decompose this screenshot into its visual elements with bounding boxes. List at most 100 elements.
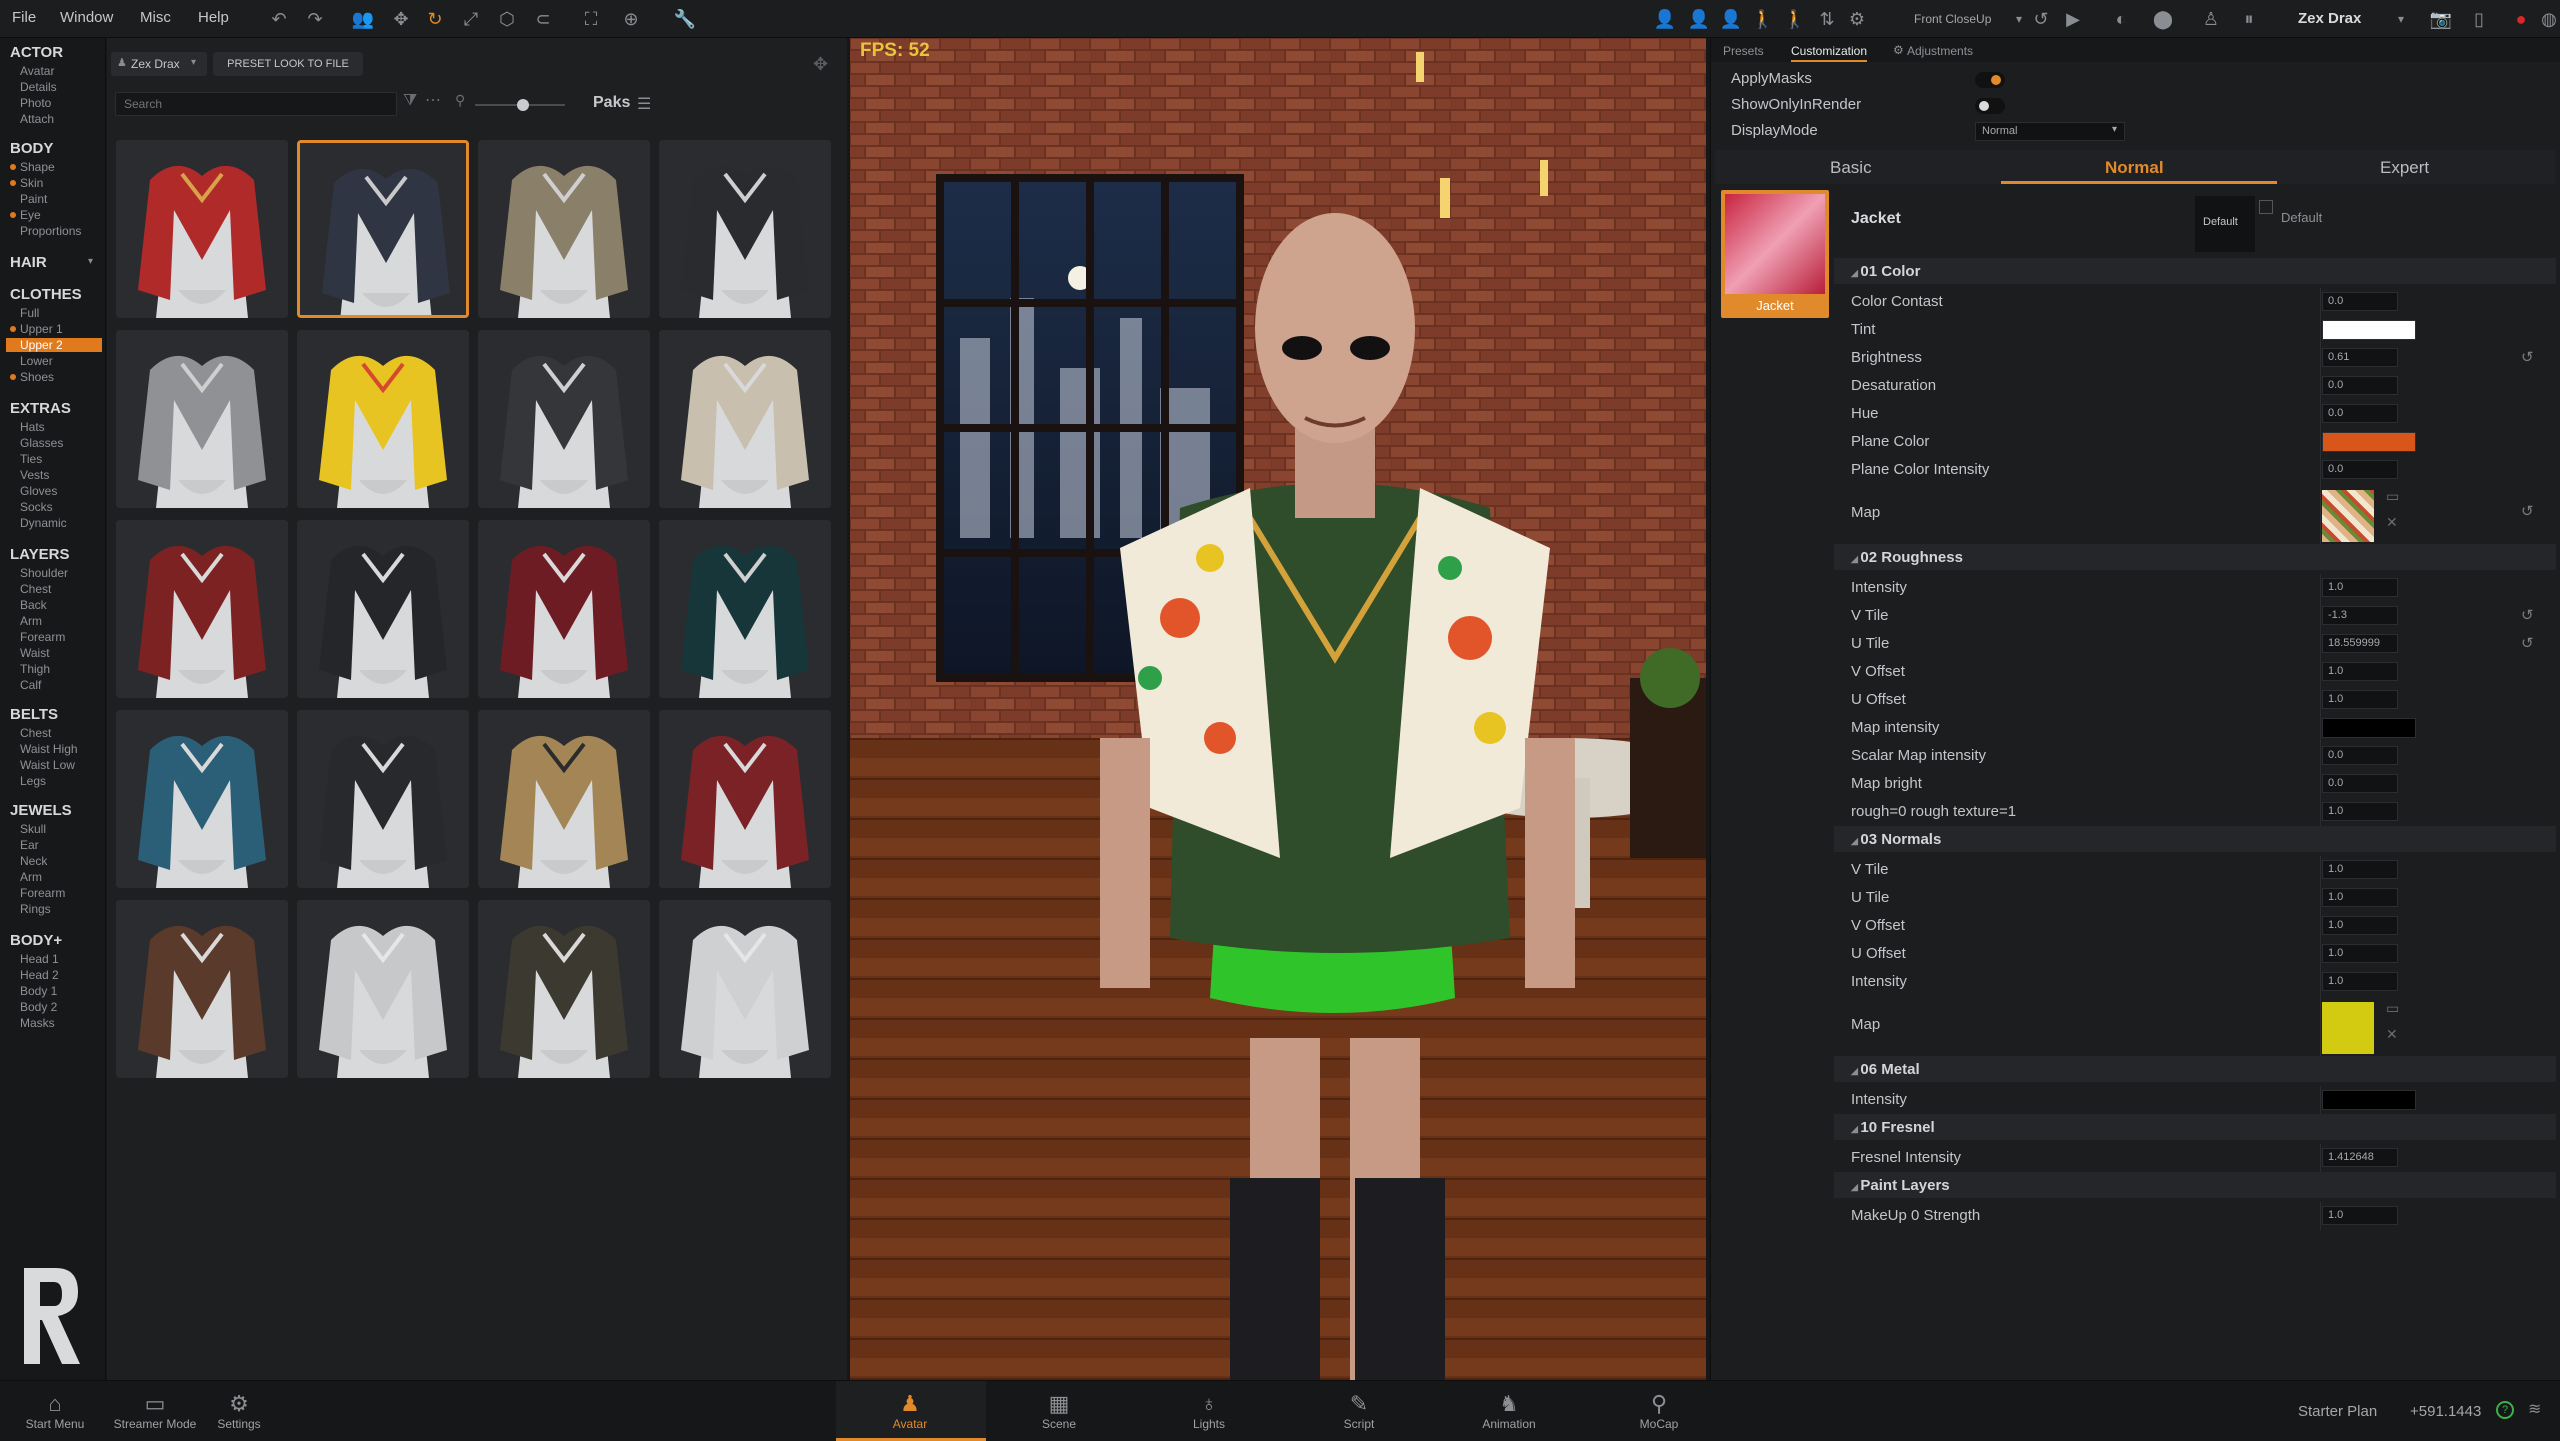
box-icon[interactable]: ⬡ bbox=[494, 6, 520, 32]
folder-icon[interactable]: ▭ bbox=[2386, 1000, 2399, 1017]
nav-hair[interactable]: HAIR bbox=[10, 254, 47, 271]
pose-icon-7[interactable]: ⇅ bbox=[1814, 6, 1840, 32]
menu-file[interactable]: File bbox=[12, 9, 36, 26]
thumb-size-slider[interactable] bbox=[475, 99, 565, 111]
nav-masks[interactable]: Masks bbox=[20, 1016, 55, 1030]
nav-avatar[interactable]: Avatar bbox=[20, 64, 54, 78]
move-icon[interactable]: ✥ bbox=[388, 6, 414, 32]
undo-icon[interactable]: ↶ bbox=[266, 6, 292, 32]
clothing-thumb[interactable] bbox=[116, 900, 288, 1078]
tab-presets[interactable]: Presets bbox=[1723, 44, 1764, 58]
nav-jewel-arm[interactable]: Arm bbox=[20, 870, 42, 884]
nav-extras[interactable]: EXTRAS bbox=[10, 400, 71, 417]
reset-camera-icon[interactable]: ↺ bbox=[2028, 6, 2054, 32]
nav-vests[interactable]: Vests bbox=[20, 468, 49, 482]
clothing-thumb[interactable] bbox=[659, 140, 831, 318]
link-icon[interactable]: ⊂ bbox=[530, 6, 556, 32]
section-header[interactable]: 06 Metal bbox=[1834, 1056, 2556, 1082]
more-icon[interactable]: ⋯ bbox=[425, 90, 441, 110]
color-swatch[interactable] bbox=[2322, 1090, 2416, 1110]
tab-basic[interactable]: Basic bbox=[1830, 158, 1872, 178]
nav-belt-chest[interactable]: Chest bbox=[20, 726, 51, 740]
nav-ties[interactable]: Ties bbox=[20, 452, 42, 466]
tab-animation[interactable]: ♞ Animation bbox=[1454, 1391, 1564, 1431]
nav-socks[interactable]: Socks bbox=[20, 500, 53, 514]
nav-body-2[interactable]: Body 2 bbox=[20, 1000, 57, 1014]
menu-window[interactable]: Window bbox=[60, 9, 113, 26]
paks-label[interactable]: Paks bbox=[593, 94, 630, 112]
property-value-field[interactable]: 0.0 bbox=[2322, 292, 2398, 311]
camera-icon[interactable]: 📷 bbox=[2428, 6, 2454, 32]
slider-handle[interactable] bbox=[517, 99, 529, 111]
scale-icon[interactable]: ⤢ bbox=[458, 6, 484, 32]
reset-icon[interactable]: ↺ bbox=[2521, 634, 2534, 652]
nav-paint[interactable]: Paint bbox=[20, 192, 47, 206]
clothing-thumb[interactable] bbox=[659, 900, 831, 1078]
nav-glasses[interactable]: Glasses bbox=[20, 436, 63, 450]
nav-proportions[interactable]: Proportions bbox=[20, 224, 81, 238]
apply-masks-toggle[interactable] bbox=[1975, 72, 2005, 88]
actor-chip[interactable]: ♟ Zex Drax ▾ bbox=[111, 52, 207, 76]
color-swatch[interactable] bbox=[2322, 320, 2416, 340]
tab-scene[interactable]: ▦ Scene bbox=[1004, 1391, 1114, 1431]
property-value-field[interactable]: 1.0 bbox=[2322, 802, 2398, 821]
folder-icon[interactable]: ▭ bbox=[2386, 488, 2399, 505]
nav-details[interactable]: Details bbox=[20, 80, 57, 94]
material-thumb[interactable]: Jacket bbox=[1721, 190, 1829, 318]
redo-icon[interactable]: ↷ bbox=[302, 6, 328, 32]
nav-lower[interactable]: Lower bbox=[20, 354, 53, 368]
property-value-field[interactable]: 1.412648 bbox=[2322, 1148, 2398, 1167]
nav-legs[interactable]: Legs bbox=[20, 774, 46, 788]
clothing-thumb[interactable] bbox=[297, 710, 469, 888]
map-texture-thumb[interactable] bbox=[2322, 490, 2374, 542]
menu-misc[interactable]: Misc bbox=[140, 9, 171, 26]
start-menu-button[interactable]: ⌂ Start Menu bbox=[0, 1391, 110, 1431]
property-value-field[interactable]: 0.0 bbox=[2322, 746, 2398, 765]
clothing-thumb[interactable] bbox=[478, 140, 650, 318]
property-value-field[interactable]: 1.0 bbox=[2322, 888, 2398, 907]
profile-chevron-icon[interactable]: ▾ bbox=[2388, 6, 2414, 32]
clothing-thumb[interactable] bbox=[297, 140, 469, 318]
rotate-icon[interactable]: ↻ bbox=[422, 6, 448, 32]
color-swatch[interactable] bbox=[2322, 718, 2416, 738]
reset-icon[interactable]: ↺ bbox=[2521, 606, 2534, 624]
pose-icon-2[interactable]: 👤 bbox=[1686, 6, 1712, 32]
property-value-field[interactable]: 1.0 bbox=[2322, 690, 2398, 709]
nav-head-1[interactable]: Head 1 bbox=[20, 952, 59, 966]
target-icon[interactable]: ⊕ bbox=[618, 6, 644, 32]
tab-customization[interactable]: Customization bbox=[1791, 44, 1868, 62]
property-value-field[interactable]: 0.0 bbox=[2322, 460, 2398, 479]
nav-gloves[interactable]: Gloves bbox=[20, 484, 57, 498]
people-icon[interactable]: 👥 bbox=[350, 6, 376, 32]
location-icon[interactable]: ⬤ bbox=[2150, 6, 2176, 32]
clothing-thumb[interactable] bbox=[659, 520, 831, 698]
hair-chevron-icon[interactable]: ▾ bbox=[88, 256, 93, 267]
clothing-thumb[interactable] bbox=[297, 900, 469, 1078]
nav-body-plus[interactable]: BODY+ bbox=[10, 932, 62, 949]
clothing-thumb[interactable] bbox=[478, 900, 650, 1078]
clothing-thumb[interactable] bbox=[116, 710, 288, 888]
search-input[interactable] bbox=[115, 92, 397, 116]
nav-ear[interactable]: Ear bbox=[20, 838, 39, 852]
nav-thigh[interactable]: Thigh bbox=[20, 662, 50, 676]
nav-eye[interactable]: Eye bbox=[10, 208, 41, 222]
pin-icon[interactable]: ✥ bbox=[813, 54, 828, 75]
section-header[interactable]: 02 Roughness bbox=[1834, 544, 2556, 570]
property-value-field[interactable]: 0.61 bbox=[2322, 348, 2398, 367]
globe-icon[interactable]: ◐ bbox=[2108, 6, 2134, 32]
nav-layers[interactable]: LAYERS bbox=[10, 546, 69, 563]
3d-viewport[interactable]: FPS: 52 bbox=[850, 38, 1706, 1380]
camera-preset-select[interactable]: Front CloseUp bbox=[1914, 12, 1991, 26]
wrench-icon[interactable]: 🔧 bbox=[672, 6, 698, 32]
nav-rings[interactable]: Rings bbox=[20, 902, 51, 916]
nav-arm[interactable]: Arm bbox=[20, 614, 42, 628]
clothing-thumb[interactable] bbox=[297, 520, 469, 698]
globe-settings-icon[interactable]: ◍ bbox=[2536, 6, 2560, 32]
tab-mocap[interactable]: ⚲ MoCap bbox=[1604, 1391, 1714, 1431]
nav-full[interactable]: Full bbox=[20, 306, 39, 320]
map-texture-thumb[interactable] bbox=[2322, 1002, 2374, 1054]
pose-icon-3[interactable]: 👤 bbox=[1718, 6, 1744, 32]
nav-chest[interactable]: Chest bbox=[20, 582, 51, 596]
property-value-field[interactable]: 1.0 bbox=[2322, 578, 2398, 597]
help-icon[interactable]: ? bbox=[2496, 1401, 2514, 1419]
